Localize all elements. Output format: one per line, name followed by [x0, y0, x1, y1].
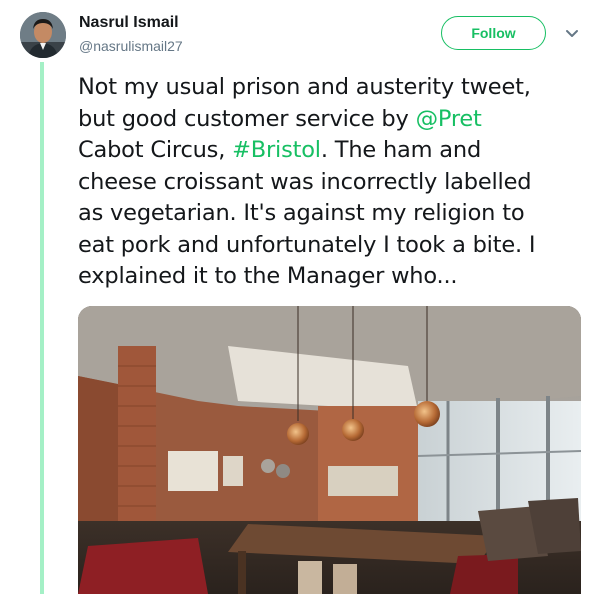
user-name[interactable]: Nasrul Ismail: [79, 14, 179, 32]
tweet-line: Not my usual prison and austerity tweet,: [78, 74, 531, 100]
user-handle[interactable]: @nasrulismail27: [79, 38, 183, 54]
tweet-line: as vegetarian. It's against my religion …: [78, 200, 525, 226]
thread-line: [40, 62, 44, 594]
tweet-text: Not my usual prison and austerity tweet,…: [78, 72, 590, 293]
tweet-line: explained it to the Manager who...: [78, 263, 458, 289]
tweet-line: Cabot Circus, #Bristol. The ham and: [78, 135, 590, 167]
tweet-text-segment: . The ham and: [320, 137, 482, 163]
tweet-text-segment: but good customer service by: [78, 105, 416, 132]
tweet-line: eat pork and unfortunately I took a bite…: [78, 231, 536, 258]
avatar[interactable]: [20, 12, 66, 58]
tweet-photo[interactable]: [78, 306, 581, 594]
tweet-line: cheese croissant was incorrectly labelle…: [78, 168, 532, 195]
chevron-down-icon[interactable]: [562, 24, 582, 44]
tweet-line: but good customer service by @Pret: [78, 104, 590, 136]
mention-link[interactable]: @Pret: [416, 106, 482, 132]
follow-button[interactable]: Follow: [441, 16, 546, 50]
hashtag-link[interactable]: #Bristol: [232, 137, 321, 163]
tweet-text-segment: Cabot Circus,: [78, 137, 233, 163]
